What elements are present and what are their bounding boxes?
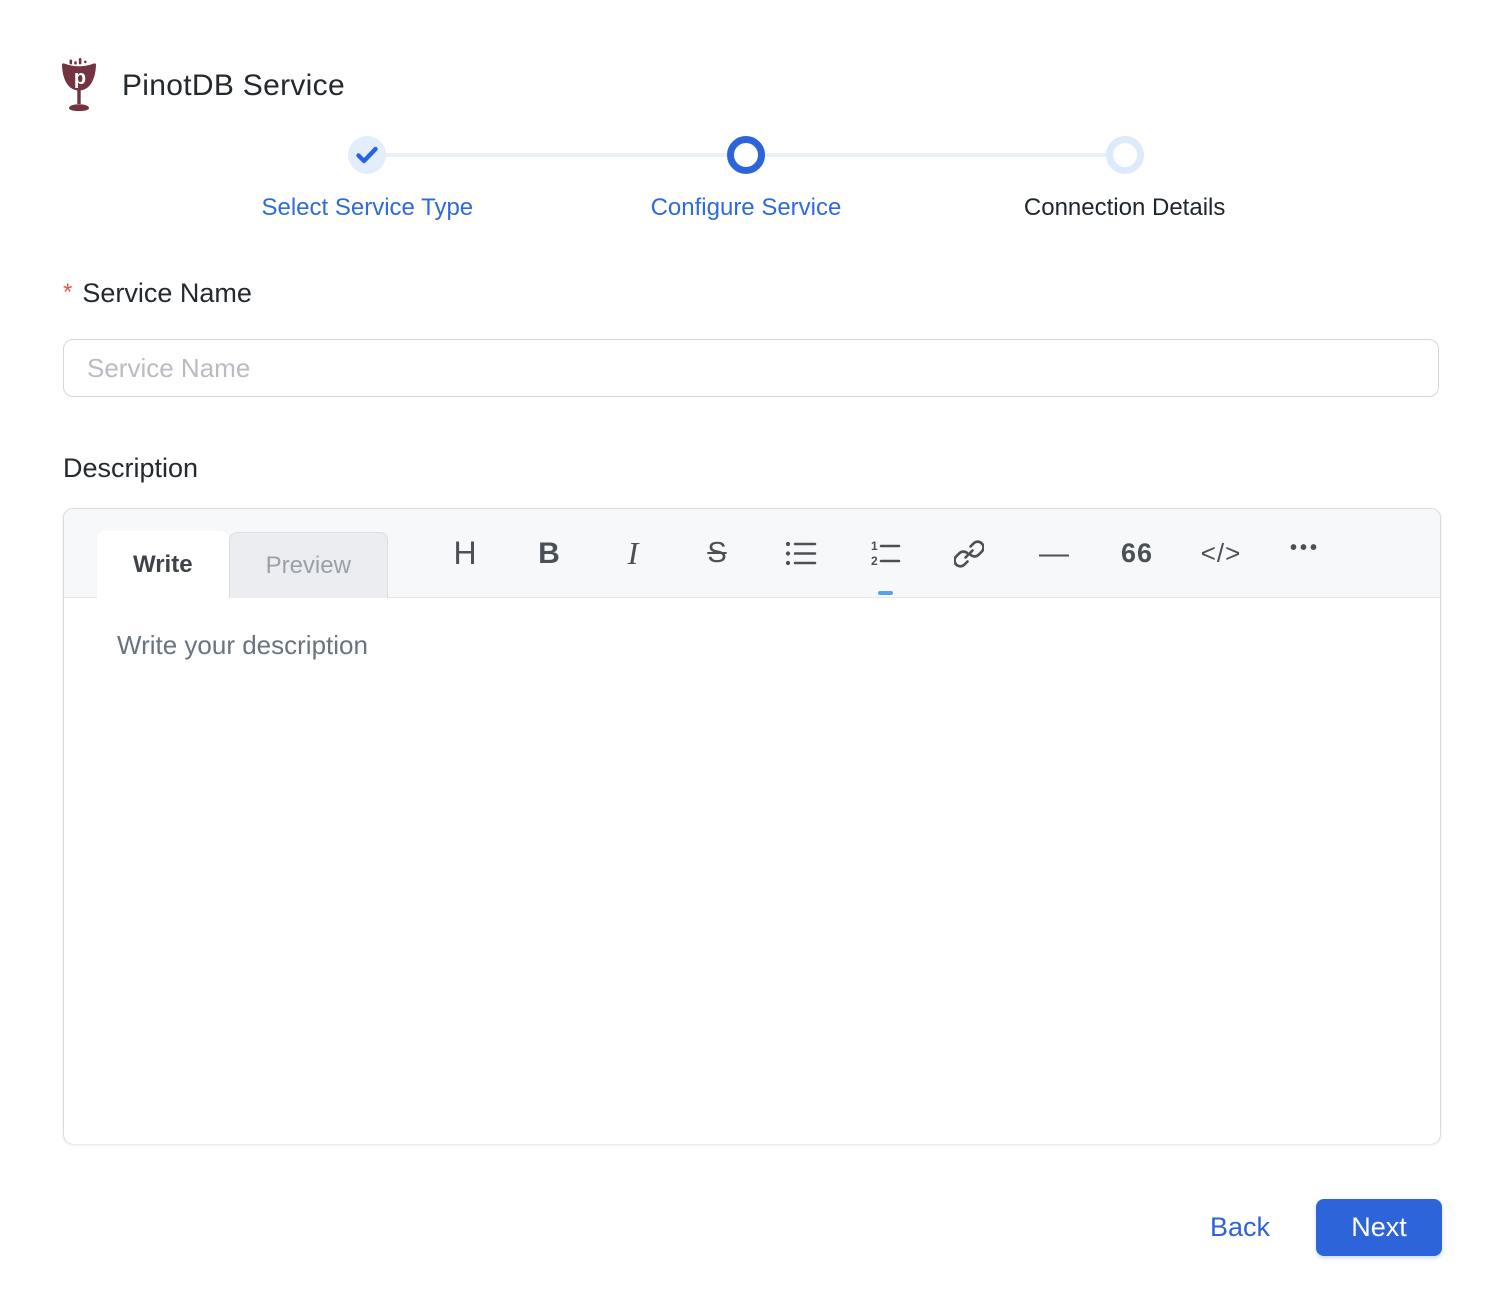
italic-icon-glyph: I: [628, 535, 639, 572]
heading-icon[interactable]: H: [423, 522, 507, 585]
step-configure-service[interactable]: [557, 136, 936, 174]
step-upcoming-circle-icon: [1106, 136, 1144, 174]
strikethrough-icon-glyph: S: [707, 537, 726, 570]
horizontal-rule-icon-glyph: —: [1039, 537, 1067, 571]
pinotdb-logo-icon: p: [58, 58, 100, 114]
svg-text:p: p: [74, 67, 86, 89]
heading-icon-glyph: H: [453, 535, 476, 572]
step-completed-check-icon: [348, 136, 386, 174]
back-button[interactable]: Back: [1210, 1212, 1270, 1243]
strikethrough-icon[interactable]: S: [675, 522, 759, 585]
editor-tabs: Write Preview: [97, 531, 388, 598]
bold-icon[interactable]: B: [507, 522, 591, 585]
next-button[interactable]: Next: [1316, 1199, 1442, 1256]
description-markdown-editor: Write Preview H B I S 12 — 66 </> •••: [63, 508, 1441, 1144]
quote-icon[interactable]: 66: [1095, 522, 1179, 585]
code-icon-glyph: </>: [1201, 538, 1242, 569]
italic-icon[interactable]: I: [591, 522, 675, 585]
page-title: PinotDB Service: [122, 69, 345, 103]
wizard-footer: Back Next: [0, 1144, 1502, 1256]
step-label-connection-details[interactable]: Connection Details: [935, 194, 1314, 222]
stepper: Select Service Type Configure Service Co…: [178, 136, 1314, 222]
horizontal-rule-icon[interactable]: —: [1011, 522, 1095, 585]
step-select-service-type[interactable]: [178, 136, 557, 174]
quote-icon-glyph: 66: [1121, 538, 1153, 569]
step-label-configure-service[interactable]: Configure Service: [557, 194, 936, 222]
bold-icon-glyph: B: [538, 537, 560, 571]
step-active-circle-icon: [727, 136, 765, 174]
svg-text:1: 1: [871, 540, 878, 553]
step-label-select-service-type[interactable]: Select Service Type: [178, 194, 557, 222]
ordered-list-icon[interactable]: 12: [843, 522, 927, 585]
description-textarea[interactable]: [64, 598, 1440, 1144]
stepper-labels: Select Service Type Configure Service Co…: [178, 194, 1314, 222]
tab-preview[interactable]: Preview: [229, 532, 388, 598]
unordered-list-icon[interactable]: [759, 522, 843, 585]
link-icon[interactable]: [927, 522, 1011, 585]
more-icon-glyph: •••: [1290, 537, 1320, 570]
editor-toolbar: H B I S 12 — 66 </> •••: [423, 522, 1347, 585]
required-asterisk: *: [63, 279, 72, 306]
service-name-field-label: * Service Name: [63, 278, 1502, 309]
code-icon[interactable]: </>: [1179, 522, 1263, 585]
step-connection-details[interactable]: [935, 136, 1314, 174]
editor-header: Write Preview H B I S 12 — 66 </> •••: [64, 509, 1440, 598]
svg-text:2: 2: [871, 554, 878, 568]
tab-write[interactable]: Write: [97, 531, 229, 598]
pinotdb-service-wizard: p PinotDB Service Select Service Ty: [0, 0, 1502, 1312]
stepper-circles: [178, 136, 1314, 174]
service-name-input[interactable]: [63, 339, 1439, 397]
configure-service-form: * Service Name Description Write Preview …: [0, 278, 1502, 1144]
header: p PinotDB Service: [0, 0, 1502, 114]
more-icon[interactable]: •••: [1263, 522, 1347, 585]
service-name-label: Service Name: [82, 278, 252, 308]
description-label: Description: [63, 453, 1502, 484]
